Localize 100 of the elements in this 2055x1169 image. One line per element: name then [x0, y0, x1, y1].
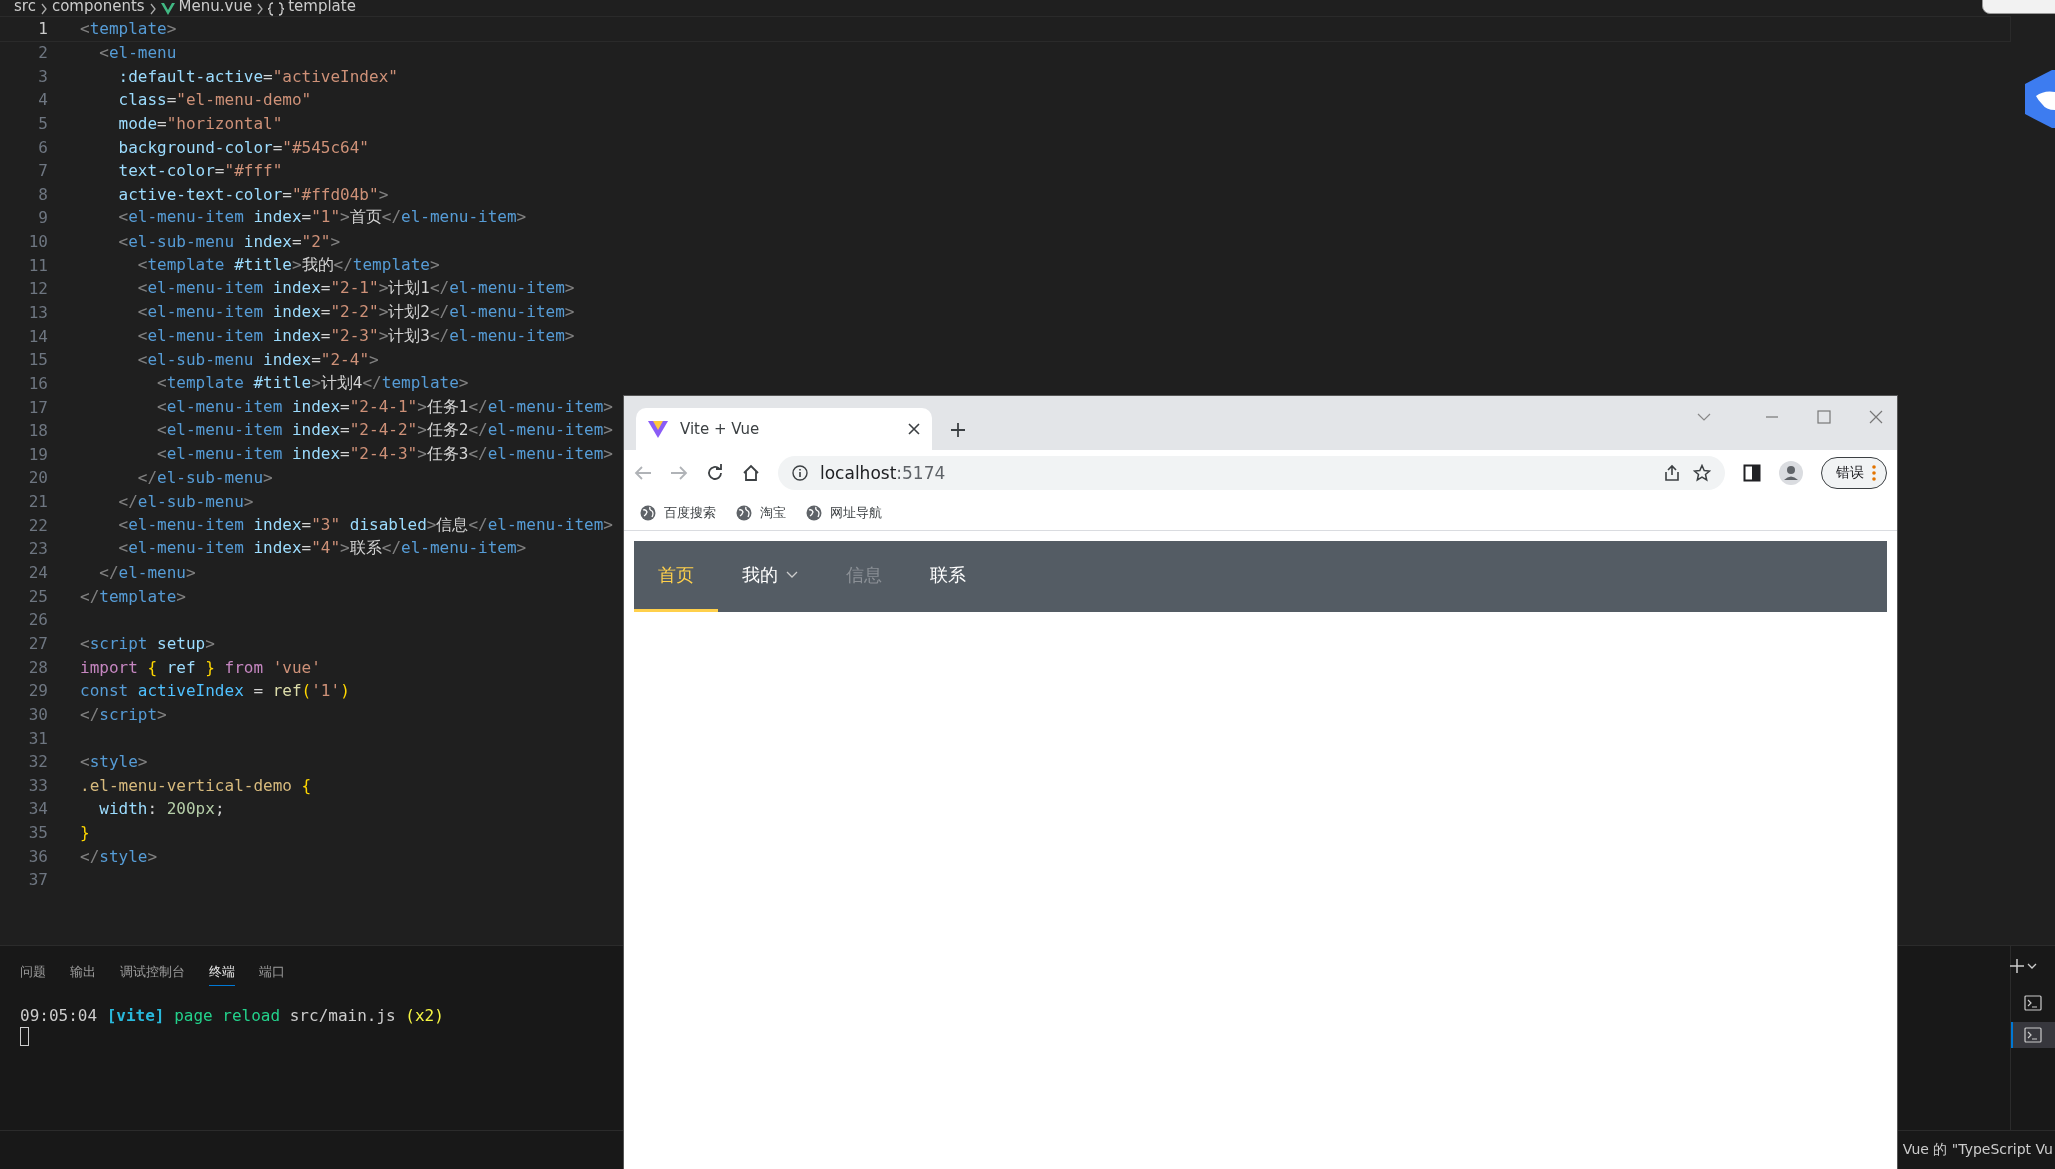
- globe-icon: [806, 505, 822, 521]
- panel-tab[interactable]: 端口: [259, 956, 285, 986]
- code-line: <el-menu-item index="2-3">计划3</el-menu-item>: [136, 325, 575, 347]
- line-number: 32: [27, 752, 48, 772]
- reload-icon[interactable]: [706, 464, 724, 482]
- line-number: 23: [27, 539, 48, 559]
- chevron-down-icon: [786, 571, 798, 579]
- chevron-icon: [256, 2, 265, 15]
- code-line: </style>: [80, 846, 158, 866]
- menu-item[interactable]: 首页: [634, 541, 718, 612]
- braces-icon: [268, 1, 285, 16]
- breadcrumb-item[interactable]: components: [51, 0, 145, 13]
- code-line: text-color="#fff": [117, 161, 283, 181]
- line-number: 13: [27, 303, 48, 322]
- line-number: 26: [27, 610, 48, 630]
- line-number: 4: [37, 90, 48, 110]
- line-number: 10: [27, 232, 48, 252]
- line-number: 14: [27, 326, 48, 346]
- code-line: <script setup>: [80, 633, 215, 653]
- bookmark[interactable]: 百度搜索: [640, 504, 716, 522]
- code-line: background-color="#545c64": [117, 137, 369, 157]
- menu-item[interactable]: 我的: [718, 541, 822, 612]
- code-line: </el-menu>: [98, 563, 196, 583]
- line-number: 21: [27, 492, 48, 512]
- menu-item[interactable]: 联系: [906, 541, 990, 612]
- line-number: 11: [27, 255, 48, 275]
- code-line: import { ref } from 'vue': [80, 657, 321, 677]
- line-number: 35: [27, 823, 48, 843]
- line-number: 15: [27, 350, 48, 370]
- address-bar[interactable]: localhost:5174: [778, 456, 1725, 490]
- code-line: <el-menu-item index="2-1">计划1</el-menu-item>: [136, 278, 575, 300]
- line-number: 37: [27, 870, 48, 890]
- line-number: 8: [37, 184, 48, 204]
- line-number: 20: [27, 468, 48, 488]
- code-line: <template #title>我的</template>: [136, 254, 440, 276]
- panel-tab[interactable]: 终端: [209, 956, 235, 986]
- code-line: <el-menu-item index="2-2">计划2</el-menu-item>: [136, 302, 575, 323]
- line-number: 12: [27, 279, 48, 299]
- code-line: </script>: [80, 704, 167, 724]
- home-icon[interactable]: [742, 464, 760, 482]
- code-line: <template #title>计划4</template>: [156, 372, 469, 394]
- line-number: 19: [27, 444, 48, 464]
- code-line: }: [80, 823, 90, 843]
- code-line: <el-menu-item index="2-4-3">任务3</el-menu-item>: [156, 443, 613, 465]
- panel-tab[interactable]: 调试控制台: [120, 956, 185, 986]
- code-line: </el-sub-menu>: [117, 492, 254, 512]
- code-line: class="el-menu-demo": [117, 90, 312, 110]
- globe-icon: [736, 505, 752, 521]
- code-line: <style>: [80, 752, 148, 772]
- line-number: 5: [37, 113, 48, 133]
- vue-file-icon: [160, 2, 175, 15]
- side-panel-icon[interactable]: [1743, 464, 1761, 482]
- breadcrumb-item[interactable]: template: [288, 0, 356, 13]
- line-number: 34: [27, 799, 48, 819]
- code-line: width: 200px;: [98, 799, 225, 819]
- terminal-icon: [2024, 1027, 2042, 1043]
- code-line: </el-sub-menu>: [136, 468, 273, 488]
- panel-tab[interactable]: 输出: [70, 956, 96, 986]
- line-number: 25: [27, 586, 48, 606]
- info-icon[interactable]: [792, 465, 808, 481]
- star-icon[interactable]: [1693, 464, 1711, 482]
- globe-icon: [640, 505, 656, 521]
- line-number: 9: [37, 208, 48, 228]
- panel-tab[interactable]: 问题: [20, 956, 46, 986]
- close-icon[interactable]: [908, 423, 920, 435]
- line-number: 18: [27, 421, 48, 441]
- line-number: 30: [27, 704, 48, 724]
- line-number: 6: [37, 137, 48, 157]
- line-number: 3: [37, 66, 48, 86]
- code-line: const activeIndex = ref('1'): [80, 681, 350, 701]
- code-line: <el-menu-item index="1">首页</el-menu-item>: [117, 207, 527, 229]
- line-number: 27: [27, 633, 48, 653]
- status-bar-text[interactable]: Vue 的 "TypeScript Vu: [1902, 1141, 2055, 1159]
- line-number: 29: [27, 681, 48, 701]
- line-number: 33: [27, 775, 48, 795]
- breadcrumb-item[interactable]: Menu.vue: [178, 0, 253, 13]
- code-line: <el-sub-menu index="2-4">: [136, 350, 379, 370]
- line-number: 1: [37, 19, 48, 39]
- code-line: mode="horizontal": [117, 113, 283, 133]
- plus-icon[interactable]: [950, 422, 966, 438]
- terminal-session[interactable]: [2011, 1022, 2055, 1048]
- code-line: <el-menu-item index="3" disabled>信息</el-menu-item>: [117, 514, 613, 536]
- terminal-cursor: [20, 1027, 29, 1046]
- code-line: <el-menu-item index="4">联系</el-menu-item>: [117, 538, 527, 560]
- code-line: :default-active="activeIndex": [117, 66, 398, 86]
- bookmark[interactable]: 网址导航: [806, 504, 882, 522]
- line-number: 24: [27, 563, 48, 583]
- profile-button[interactable]: 错误: [1821, 457, 1887, 489]
- code-line: <el-sub-menu index="2">: [117, 232, 341, 252]
- share-icon[interactable]: [1663, 464, 1681, 482]
- line-number: 36: [27, 846, 48, 866]
- profile-icon[interactable]: [1779, 461, 1803, 485]
- browser-tab[interactable]: Vite + Vue: [636, 408, 932, 450]
- breadcrumb-item[interactable]: src: [14, 0, 36, 13]
- triangle-logo-icon: [648, 420, 668, 438]
- bookmark[interactable]: 淘宝: [736, 504, 786, 522]
- line-number: 7: [37, 161, 48, 181]
- line-number: 22: [27, 515, 48, 535]
- bird-app-icon[interactable]: [2022, 70, 2055, 128]
- code-line: active-text-color="#ffd04b">: [117, 184, 389, 204]
